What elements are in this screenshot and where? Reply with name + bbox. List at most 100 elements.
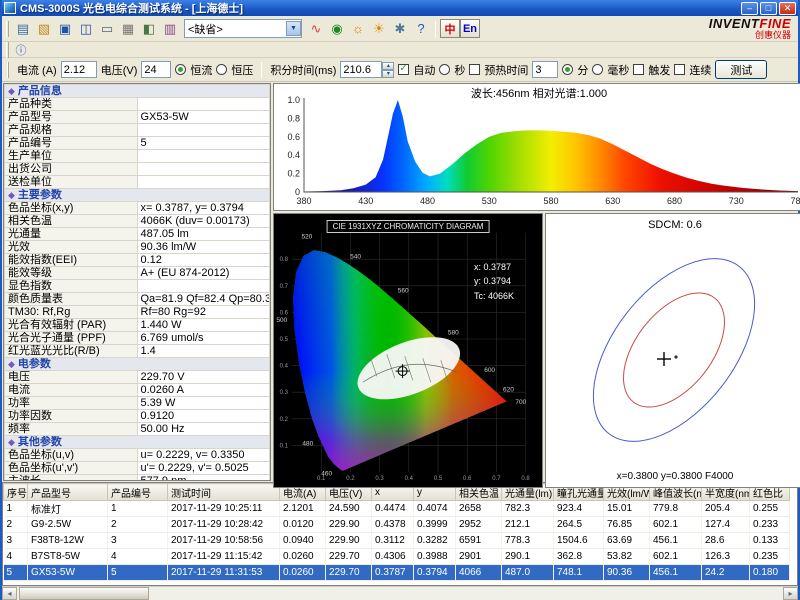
scroll-right-icon[interactable]: ▸ xyxy=(783,587,798,600)
table-cell: 24.2 xyxy=(702,565,750,581)
info-value[interactable]: u= 0.2229, v= 0.3350 xyxy=(137,449,270,462)
section-icon: ◆ xyxy=(8,437,15,447)
table-row[interactable]: 5GX53-5W52017-11-29 11:31:530.0260229.70… xyxy=(4,565,790,581)
info-value[interactable]: 4066K (duv= 0.00173) xyxy=(137,215,270,228)
preheat-label: 预热时间 xyxy=(484,62,528,78)
info-value[interactable]: A+ (EU 874-2012) xyxy=(137,267,270,280)
spectrum-title: 波长:456nm 相对光谱:1.000 xyxy=(274,85,800,101)
chart-icon[interactable]: ▥ xyxy=(160,19,180,39)
info-value[interactable] xyxy=(137,150,270,163)
product-info-panel: ◆产品信息产品种类产品型号GX53-5W产品规格产品编号5生产单位出货公司送检单… xyxy=(3,83,271,481)
cie-icon[interactable]: ◉ xyxy=(327,19,347,39)
auto-checkbox[interactable] xyxy=(398,64,409,75)
info-value[interactable]: 5 xyxy=(137,137,270,150)
info-value[interactable]: 577.9 nm xyxy=(137,475,270,482)
table-cell: 15.01 xyxy=(604,501,650,517)
open-file-icon[interactable]: ▧ xyxy=(34,19,54,39)
lang-english-button[interactable]: En xyxy=(460,19,480,38)
new-file-icon[interactable]: ▤ xyxy=(13,19,33,39)
info-value[interactable] xyxy=(137,176,270,189)
info-value[interactable]: 0.9120 xyxy=(137,410,270,423)
info-value[interactable]: Rf=80 Rg=92 xyxy=(137,306,270,319)
info-value[interactable]: 487.05 lm xyxy=(137,228,270,241)
info-label: 色品坐标(u,v) xyxy=(5,449,138,462)
results-column-header[interactable]: 产品型号 xyxy=(28,484,108,501)
constant-current-radio[interactable] xyxy=(175,64,186,75)
info-value[interactable]: x= 0.3787, y= 0.3794 xyxy=(137,202,270,215)
results-column-header[interactable]: 序号 xyxy=(4,484,28,501)
section-header-row: ◆电参数 xyxy=(5,358,270,371)
toolbar-icons-left: ▤▧▣◫▭▦◧▥ xyxy=(13,19,180,39)
info-value[interactable] xyxy=(137,98,270,111)
info-icon[interactable]: ⓘ xyxy=(13,43,29,57)
info-value[interactable]: 229.70 V xyxy=(137,371,270,384)
table-row[interactable]: 1标准灯12017-11-29 10:25:112.120124.5900.44… xyxy=(4,501,790,517)
info-value[interactable] xyxy=(137,163,270,176)
help-icon[interactable]: ? xyxy=(411,19,431,39)
current-input[interactable] xyxy=(61,61,97,78)
svg-text:680: 680 xyxy=(667,196,682,206)
info-row: 电流0.0260 A xyxy=(5,384,270,397)
spin-down-icon[interactable]: ▾ xyxy=(382,70,394,78)
milliseconds-radio[interactable] xyxy=(592,64,603,75)
table-cell: 778.3 xyxy=(502,533,554,549)
svg-text:580: 580 xyxy=(543,196,558,206)
report-icon[interactable]: ▦ xyxy=(118,19,138,39)
info-row: 色品坐标(u',v')u'= 0.2229, v'= 0.5025 xyxy=(5,462,270,475)
close-button[interactable]: ✕ xyxy=(779,2,796,15)
calculator-icon[interactable]: ◧ xyxy=(139,19,159,39)
horizontal-scrollbar[interactable]: ◂ ▸ xyxy=(2,586,798,600)
preheat-input[interactable] xyxy=(532,61,558,78)
info-value[interactable]: GX53-5W xyxy=(137,111,270,124)
scrollbar-thumb[interactable] xyxy=(19,587,149,600)
info-value[interactable]: 50.00 Hz xyxy=(137,423,270,436)
section-header: ◆主要参数 xyxy=(5,189,270,202)
info-value[interactable]: 0.12 xyxy=(137,254,270,267)
preheat-checkbox[interactable] xyxy=(469,64,480,75)
seconds-radio[interactable] xyxy=(439,64,450,75)
scroll-left-icon[interactable]: ◂ xyxy=(2,587,17,600)
axis-tick: 0.3 xyxy=(375,476,384,482)
minimize-button[interactable]: – xyxy=(741,2,758,15)
test-button[interactable]: 测试 xyxy=(715,60,767,79)
spin-up-icon[interactable]: ▴ xyxy=(382,62,394,70)
minutes-radio[interactable] xyxy=(562,64,573,75)
integration-time-input[interactable] xyxy=(340,61,382,78)
results-column-header[interactable]: 产品编号 xyxy=(108,484,168,501)
sdcm-panel: SDCM: 0.6 x=0.3800 y=0.3800 F4000 xyxy=(545,213,800,488)
info-value[interactable]: 6.769 umol/s xyxy=(137,332,270,345)
table-row[interactable]: 2G9-2.5W22017-11-29 10:28:420.0120229.90… xyxy=(4,517,790,533)
info-value[interactable]: 0.0260 A xyxy=(137,384,270,397)
save-all-icon[interactable]: ◫ xyxy=(76,19,96,39)
maximize-button[interactable]: □ xyxy=(760,2,777,15)
results-column-header[interactable]: 测试时间 xyxy=(168,484,280,501)
sun-icon[interactable]: ☀ xyxy=(369,19,389,39)
constant-voltage-radio[interactable] xyxy=(216,64,227,75)
spectrum-icon[interactable]: ∿ xyxy=(306,19,326,39)
info-value[interactable]: 5.39 W xyxy=(137,397,270,410)
table-row[interactable]: 4B7ST8-5W42017-11-29 11:15:420.0260229.7… xyxy=(4,549,790,565)
wavelength-label: 580 xyxy=(448,330,459,337)
integration-time-label: 积分时间(ms) xyxy=(270,62,336,78)
preset-dropdown[interactable]: <缺省> ▼ xyxy=(184,19,302,38)
continuous-checkbox[interactable] xyxy=(674,64,685,75)
info-value[interactable]: 90.36 lm/W xyxy=(137,241,270,254)
chevron-down-icon[interactable]: ▼ xyxy=(286,21,301,36)
info-value[interactable]: u'= 0.2229, v'= 0.5025 xyxy=(137,462,270,475)
table-row[interactable]: 3F38T8-12W32017-11-29 10:58:560.0940229.… xyxy=(4,533,790,549)
gear-icon[interactable]: ✱ xyxy=(390,19,410,39)
trigger-checkbox[interactable] xyxy=(633,64,644,75)
voltage-input[interactable] xyxy=(141,61,171,78)
save-icon[interactable]: ▣ xyxy=(55,19,75,39)
info-value[interactable]: 1.4 xyxy=(137,345,270,358)
info-row: 光合光子通量 (PPF)6.769 umol/s xyxy=(5,332,270,345)
info-value[interactable]: 1.440 W xyxy=(137,319,270,332)
table-cell: 229.70 xyxy=(326,565,372,581)
lang-chinese-button[interactable]: 中 xyxy=(440,19,460,38)
info-value[interactable]: Qa=81.9 Qf=82.4 Qp=80.3 Qg=90.1 xyxy=(137,293,270,306)
lamp-icon[interactable]: ☼ xyxy=(348,19,368,39)
info-value[interactable] xyxy=(137,124,270,137)
info-value[interactable] xyxy=(137,280,270,293)
print-icon[interactable]: ▭ xyxy=(97,19,117,39)
table-cell: 0.233 xyxy=(750,517,790,533)
